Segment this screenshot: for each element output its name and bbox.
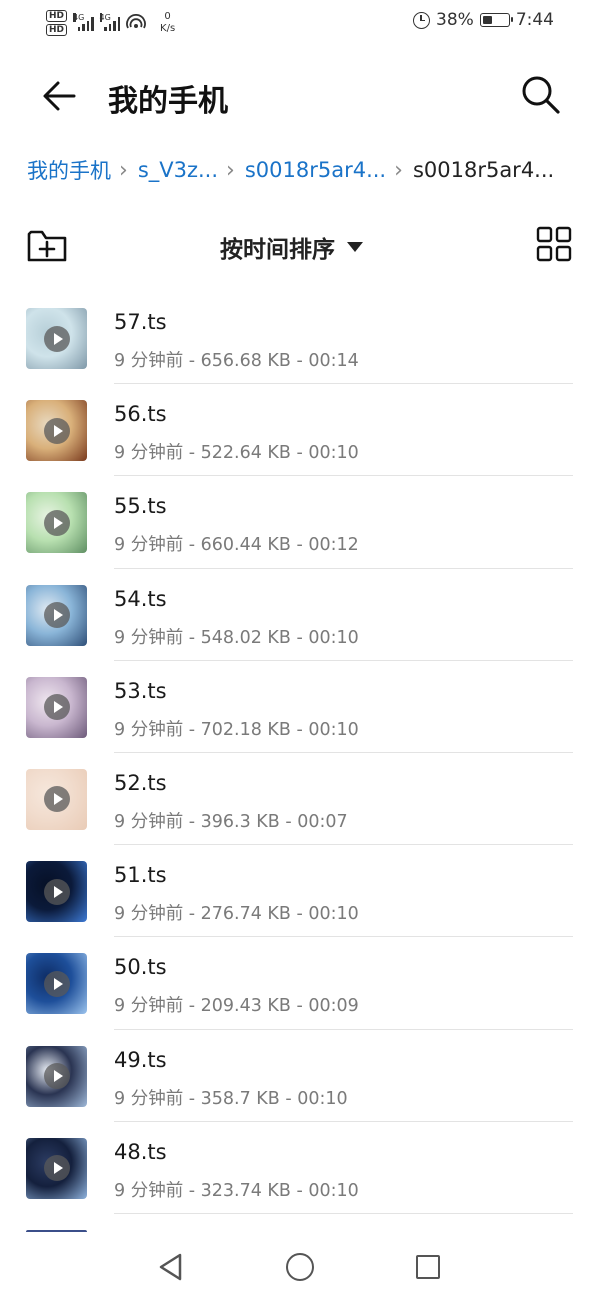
status-right: 38% 7:44 bbox=[413, 10, 554, 30]
play-icon bbox=[43, 786, 70, 813]
network-speed: 0 K/s bbox=[160, 11, 175, 35]
caret-down-icon bbox=[347, 242, 363, 252]
hd-badge-2: HD bbox=[46, 24, 68, 36]
grid-view-button[interactable] bbox=[536, 226, 572, 262]
video-thumbnail bbox=[26, 768, 87, 830]
file-name: 50.ts bbox=[114, 955, 167, 980]
file-meta: 9 分钟前 - 209.43 KB - 00:09 bbox=[114, 996, 359, 1017]
file-row[interactable]: 53.ts 9 分钟前 - 702.18 KB - 00:10 bbox=[0, 661, 600, 753]
search-button[interactable] bbox=[518, 72, 564, 118]
file-meta: 9 分钟前 - 396.3 KB - 00:07 bbox=[114, 811, 348, 832]
folder-plus-icon bbox=[27, 230, 67, 262]
clock: 7:44 bbox=[515, 10, 554, 30]
breadcrumb: 我的手机 › s_V3z... › s0018r5ar4... › s0018r… bbox=[27, 152, 587, 188]
chevron-right-icon: › bbox=[119, 157, 128, 183]
video-thumbnail-partial bbox=[26, 1230, 87, 1232]
battery-fill bbox=[482, 16, 492, 24]
signal-icon-2: 4G bbox=[99, 13, 121, 31]
file-meta: 9 分钟前 - 660.44 KB - 00:12 bbox=[114, 535, 359, 556]
file-row[interactable]: 55.ts 9 分钟前 - 660.44 KB - 00:12 bbox=[0, 476, 600, 569]
wifi-hotspot-icon bbox=[126, 14, 146, 29]
status-left: HD HD 4G 4G 0 K/s bbox=[46, 6, 175, 40]
row-divider bbox=[114, 1212, 573, 1214]
play-icon bbox=[43, 1063, 70, 1089]
file-name: 49.ts bbox=[114, 1047, 167, 1072]
video-thumbnail bbox=[26, 492, 87, 554]
play-icon bbox=[43, 878, 70, 905]
system-nav-bar bbox=[0, 1236, 600, 1300]
battery-icon bbox=[479, 13, 513, 27]
app-bar: 我的手机 bbox=[0, 60, 600, 130]
breadcrumb-item-2[interactable]: s_V3z... bbox=[138, 158, 218, 182]
video-thumbnail bbox=[26, 584, 87, 646]
file-row[interactable]: 51.ts 9 分钟前 - 276.74 KB - 00:10 bbox=[0, 845, 600, 938]
play-icon bbox=[43, 694, 70, 721]
alarm-icon bbox=[413, 11, 431, 29]
file-row[interactable]: 50.ts 9 分钟前 - 209.43 KB - 00:09 bbox=[0, 937, 600, 1030]
file-name: 52.ts bbox=[114, 770, 167, 795]
file-meta: 9 分钟前 - 323.74 KB - 00:10 bbox=[114, 1180, 359, 1201]
search-icon bbox=[522, 76, 560, 114]
file-name: 54.ts bbox=[114, 586, 167, 611]
video-thumbnail bbox=[26, 1045, 87, 1107]
nav-back-icon[interactable] bbox=[157, 1252, 185, 1282]
file-row[interactable]: 49.ts 9 分钟前 - 358.7 KB - 00:10 bbox=[0, 1030, 600, 1122]
nav-recents-icon[interactable] bbox=[416, 1255, 440, 1279]
video-thumbnail bbox=[26, 308, 87, 369]
back-button[interactable] bbox=[38, 74, 82, 118]
status-bar: HD HD 4G 4G 0 K/s 38% 7:44 bbox=[0, 0, 600, 44]
hd-badge-1: HD bbox=[46, 10, 68, 22]
play-icon bbox=[43, 1155, 70, 1182]
breadcrumb-item-current: s0018r5ar4... bbox=[412, 158, 555, 182]
file-name: 55.ts bbox=[114, 494, 167, 519]
video-thumbnail bbox=[26, 953, 87, 1015]
play-icon bbox=[43, 417, 70, 444]
page-title: 我的手机 bbox=[108, 84, 228, 119]
file-name: 53.ts bbox=[114, 678, 167, 703]
toolbar: 按时间排序 bbox=[0, 222, 600, 272]
play-icon bbox=[43, 509, 70, 536]
play-icon bbox=[43, 325, 70, 352]
battery-percent: 38% bbox=[436, 10, 474, 30]
hd-indicators: HD HD bbox=[46, 10, 68, 36]
file-meta: 9 分钟前 - 548.02 KB - 00:10 bbox=[114, 627, 359, 648]
file-meta: 9 分钟前 - 702.18 KB - 00:10 bbox=[114, 719, 359, 740]
arrow-left-icon bbox=[43, 81, 76, 111]
file-row[interactable]: 48.ts 9 分钟前 - 323.74 KB - 00:10 bbox=[0, 1122, 600, 1214]
breadcrumb-item-3[interactable]: s0018r5ar4... bbox=[245, 158, 386, 182]
chevron-right-icon: › bbox=[226, 157, 235, 183]
video-thumbnail bbox=[26, 861, 87, 923]
file-row[interactable]: 52.ts 9 分钟前 - 396.3 KB - 00:07 bbox=[0, 753, 600, 846]
sort-label: 按时间排序 bbox=[220, 237, 335, 263]
file-meta: 9 分钟前 - 522.64 KB - 00:10 bbox=[114, 443, 359, 464]
breadcrumb-item-root[interactable]: 我的手机 bbox=[27, 155, 111, 185]
new-folder-button[interactable] bbox=[26, 226, 68, 266]
network-speed-value: 0 bbox=[164, 11, 171, 22]
file-meta: 9 分钟前 - 656.68 KB - 00:14 bbox=[114, 351, 359, 371]
file-meta: 9 分钟前 - 358.7 KB - 00:10 bbox=[114, 1088, 348, 1109]
sort-dropdown[interactable]: 按时间排序 bbox=[220, 230, 363, 264]
file-meta: 9 分钟前 - 276.74 KB - 00:10 bbox=[114, 904, 359, 925]
signal-icon-1: 4G bbox=[73, 13, 94, 31]
file-list: 57.ts 9 分钟前 - 656.68 KB - 00:14 56.ts 9 分钟前… bbox=[0, 292, 600, 1232]
play-icon bbox=[43, 602, 70, 629]
grid-view-icon bbox=[536, 226, 572, 262]
video-thumbnail bbox=[26, 400, 87, 462]
video-thumbnail bbox=[26, 1137, 87, 1199]
network-speed-unit: K/s bbox=[160, 23, 176, 34]
nav-home-icon[interactable] bbox=[286, 1253, 314, 1281]
file-name: 56.ts bbox=[114, 402, 167, 427]
file-row[interactable]: 54.ts 9 分钟前 - 548.02 KB - 00:10 bbox=[0, 569, 600, 661]
video-thumbnail bbox=[26, 676, 87, 738]
file-row[interactable]: 57.ts 9 分钟前 - 656.68 KB - 00:14 bbox=[0, 292, 600, 385]
file-name: 51.ts bbox=[114, 863, 167, 888]
play-icon bbox=[43, 970, 70, 997]
chevron-right-icon: › bbox=[394, 157, 403, 183]
file-name: 57.ts bbox=[114, 310, 167, 334]
file-row[interactable]: 56.ts 9 分钟前 - 522.64 KB - 00:10 bbox=[0, 384, 600, 477]
file-name: 48.ts bbox=[114, 1139, 167, 1164]
